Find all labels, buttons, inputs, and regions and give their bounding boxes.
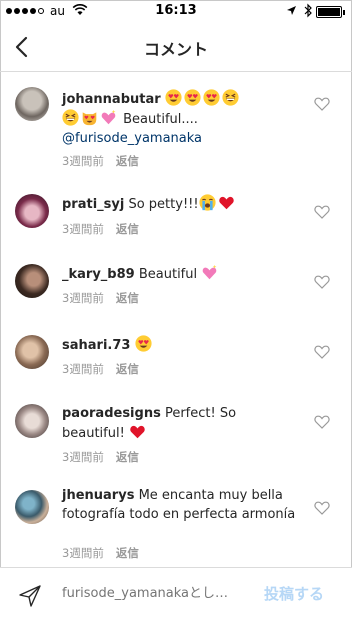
- comment-timestamp: 3週間前: [62, 362, 104, 376]
- crying-emoji-icon: [199, 194, 216, 211]
- comment-username[interactable]: johannabutar: [62, 92, 161, 107]
- comment-timestamp: 3週間前: [62, 546, 104, 560]
- nav-bar: コメント: [0, 22, 352, 72]
- bluetooth-icon: [304, 3, 312, 18]
- reply-button[interactable]: 返信: [116, 222, 139, 236]
- heart-eyes-emoji-icon: [165, 89, 182, 106]
- grinning-squint-emoji-icon: [62, 109, 79, 126]
- avatar[interactable]: [15, 335, 49, 369]
- comment-text: So petty!!!: [128, 197, 199, 212]
- reply-button[interactable]: 返信: [116, 154, 139, 168]
- comment-timestamp: 3週間前: [62, 222, 104, 236]
- send-direct-icon[interactable]: [18, 584, 42, 608]
- clock: 16:13: [155, 3, 197, 18]
- comment-composer: 投稿する: [0, 567, 352, 623]
- heart-eyes-emoji-icon: [184, 89, 201, 106]
- red-heart-emoji-icon: [218, 194, 235, 211]
- sparkling-heart-emoji-icon: [201, 264, 218, 281]
- comment-timestamp: 3週間前: [62, 154, 104, 168]
- reply-button[interactable]: 返信: [116, 450, 139, 464]
- reply-button[interactable]: 返信: [116, 362, 139, 376]
- heart-eyes-emoji-icon: [203, 89, 220, 106]
- location-arrow-icon: [287, 6, 296, 15]
- comment-input[interactable]: [62, 586, 252, 601]
- page-title: コメント: [143, 40, 208, 59]
- comment-mention-link[interactable]: @furisode_yamanaka: [62, 131, 202, 146]
- avatar[interactable]: [15, 490, 49, 524]
- avatar[interactable]: [15, 194, 49, 228]
- reply-button[interactable]: 返信: [116, 291, 139, 305]
- sparkling-heart-emoji-icon: [100, 109, 117, 126]
- like-heart-icon[interactable]: [314, 501, 330, 515]
- heart-eyes-emoji-icon: [135, 335, 152, 352]
- comment-username[interactable]: sahari.73: [62, 338, 130, 353]
- comment-text: Beautiful: [138, 267, 198, 282]
- like-heart-icon[interactable]: [314, 345, 330, 359]
- like-heart-icon[interactable]: [314, 275, 330, 289]
- heart-eyes-cat-emoji-icon: [81, 109, 98, 126]
- red-heart-emoji-icon: [129, 423, 146, 440]
- reply-button[interactable]: 返信: [116, 546, 139, 560]
- comment-text: Beautiful....: [123, 112, 198, 127]
- avatar[interactable]: [15, 87, 49, 121]
- avatar[interactable]: [15, 404, 49, 438]
- comment-username[interactable]: paoradesigns: [62, 406, 161, 421]
- like-heart-icon[interactable]: [314, 205, 330, 219]
- status-bar: au 16:13: [0, 0, 352, 22]
- battery-icon: [316, 6, 345, 18]
- avatar[interactable]: [15, 264, 49, 298]
- post-button[interactable]: 投稿する: [264, 583, 324, 604]
- comment-username[interactable]: _kary_b89: [62, 267, 135, 282]
- like-heart-icon[interactable]: [314, 415, 330, 429]
- like-heart-icon[interactable]: [314, 97, 330, 111]
- grinning-squint-emoji-icon: [222, 89, 239, 106]
- comment-username[interactable]: prati_syj: [62, 197, 124, 212]
- comment-timestamp: 3週間前: [62, 291, 104, 305]
- comment-username[interactable]: jhenuarys: [62, 488, 134, 503]
- comment-timestamp: 3週間前: [62, 450, 104, 464]
